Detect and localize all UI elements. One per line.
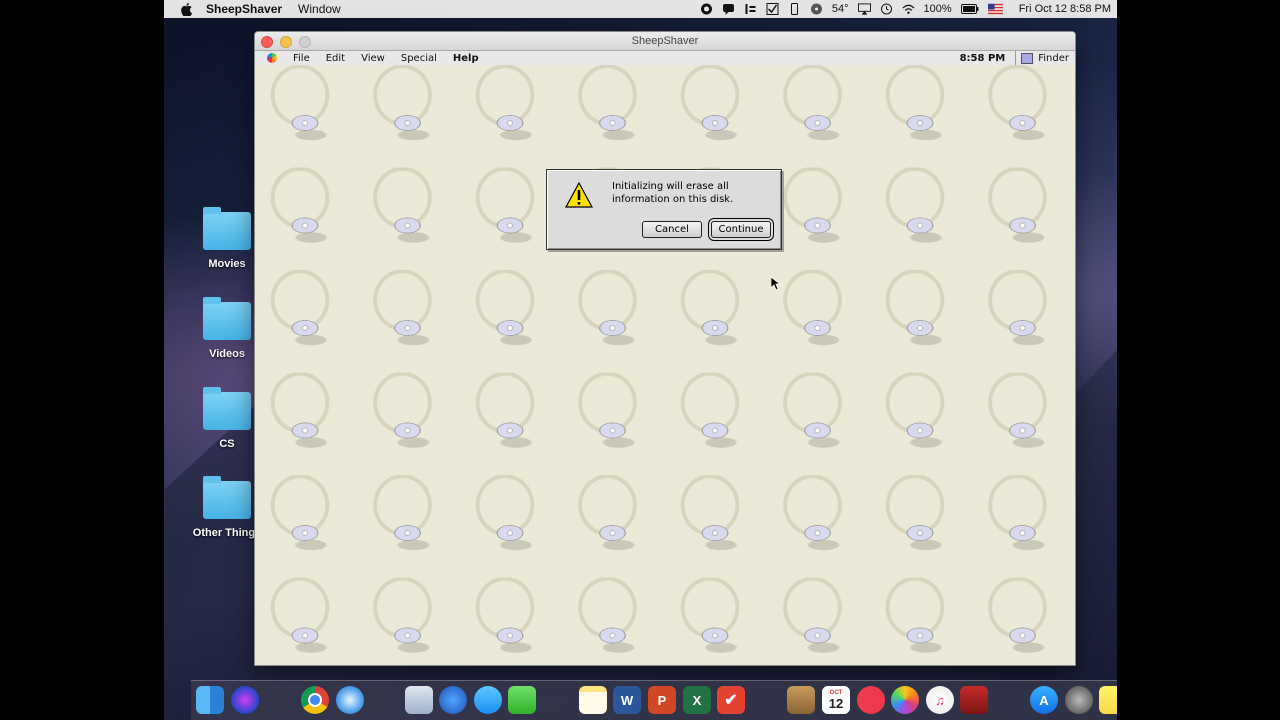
siri-icon[interactable] <box>231 686 259 714</box>
clock-text[interactable]: Fri Oct 12 8:58 PM <box>1019 3 1111 15</box>
phone-icon[interactable] <box>788 3 801 15</box>
checklist-icon[interactable] <box>766 3 779 15</box>
sheepshaver-window: SheepShaver File Edit View Special Help … <box>254 31 1076 666</box>
window-titlebar[interactable]: SheepShaver <box>255 32 1075 51</box>
safari-icon[interactable] <box>336 686 364 714</box>
menu-help[interactable]: Help <box>453 53 479 64</box>
classic-apple-icon[interactable] <box>267 53 277 63</box>
battery-percent[interactable]: 100% <box>924 3 952 15</box>
todoist-icon[interactable]: ✔ <box>717 686 745 714</box>
menu-special[interactable]: Special <box>401 53 437 64</box>
window-controls <box>261 36 318 48</box>
temperature-text[interactable]: 54° <box>832 3 849 15</box>
folder-icon <box>203 297 251 340</box>
battery-icon[interactable] <box>960 3 979 15</box>
classic-desktop-pattern <box>255 65 1075 665</box>
classic-menubar: File Edit View Special Help 8:58 PM Find… <box>255 51 1075 66</box>
itunes-icon[interactable]: ♫ <box>926 686 954 714</box>
warning-icon <box>565 182 593 208</box>
folder-icon <box>203 387 251 430</box>
airplay-icon[interactable] <box>857 3 871 15</box>
apple-menu-icon[interactable] <box>179 2 193 16</box>
excel-icon[interactable]: X <box>683 686 711 714</box>
cancel-button[interactable]: Cancel <box>642 221 702 238</box>
mac-menubar: SheepShaver Window 54° 100% Fri Oct 12 8… <box>164 0 1117 18</box>
app-switcher[interactable]: Finder <box>1015 51 1069 65</box>
app-name-menu[interactable]: SheepShaver <box>206 0 282 18</box>
word-letter: W <box>620 692 634 708</box>
mouse-cursor-icon <box>771 277 781 291</box>
bars-icon[interactable] <box>744 3 757 15</box>
finder-icon[interactable] <box>196 686 224 714</box>
archive-icon[interactable] <box>787 686 815 714</box>
disk-icon[interactable] <box>810 3 823 15</box>
window-menu[interactable]: Window <box>298 0 341 18</box>
classic-clock[interactable]: 8:58 PM <box>960 53 1006 64</box>
calendar-icon[interactable]: OCT 12 <box>822 686 850 714</box>
word-icon[interactable]: W <box>613 686 641 714</box>
facetime-icon[interactable] <box>508 686 536 714</box>
powerpoint-icon[interactable]: P <box>648 686 676 714</box>
dialog-message-line1: Initializing will erase all <box>612 181 729 192</box>
menu-view[interactable]: View <box>361 53 385 64</box>
dialog-message: Initializing will erase all information … <box>612 180 772 206</box>
notes-icon[interactable] <box>579 686 607 714</box>
photobooth-icon[interactable] <box>960 686 988 714</box>
messages-status-icon[interactable] <box>722 3 735 15</box>
powerpoint-letter: P <box>657 692 667 708</box>
classic-menubar-right: 8:58 PM Finder <box>960 51 1069 65</box>
minimize-button[interactable] <box>280 36 292 48</box>
finder-small-icon <box>1021 52 1034 64</box>
appstore-icon[interactable]: A <box>1030 686 1058 714</box>
photos-icon[interactable] <box>891 686 919 714</box>
mac-screen: SheepShaver Window 54° 100% Fri Oct 12 8… <box>164 0 1117 720</box>
continue-button[interactable]: Continue <box>711 221 771 238</box>
folder-icon <box>203 207 251 250</box>
close-button[interactable] <box>261 36 273 48</box>
zoom-button[interactable] <box>299 36 311 48</box>
stickies-icon[interactable] <box>1099 686 1117 714</box>
news-icon[interactable] <box>857 686 885 714</box>
app-switcher-label: Finder <box>1038 52 1069 64</box>
preview-icon[interactable] <box>405 686 433 714</box>
chrome-icon[interactable] <box>301 686 329 714</box>
wifi-icon[interactable] <box>902 3 915 15</box>
excel-letter: X <box>692 692 702 708</box>
people-icon[interactable] <box>439 686 467 714</box>
window-title: SheepShaver <box>631 35 699 47</box>
dock: W P X ✔ OCT 12 ♫ A <box>191 680 1117 720</box>
messages-icon[interactable] <box>474 686 502 714</box>
menu-edit[interactable]: Edit <box>326 53 345 64</box>
record-icon[interactable] <box>700 3 713 15</box>
folder-icon <box>203 476 251 519</box>
alert-dialog: Initializing will erase all information … <box>546 169 782 250</box>
us-flag-icon[interactable] <box>987 3 1003 15</box>
system-preferences-icon[interactable] <box>1065 686 1093 714</box>
dialog-message-line2: information on this disk. <box>612 194 734 205</box>
time-machine-icon[interactable] <box>880 3 893 15</box>
calendar-day: 12 <box>828 696 844 711</box>
menu-file[interactable]: File <box>293 53 310 64</box>
status-area: 54° 100% Fri Oct 12 8:58 PM <box>691 0 1111 18</box>
